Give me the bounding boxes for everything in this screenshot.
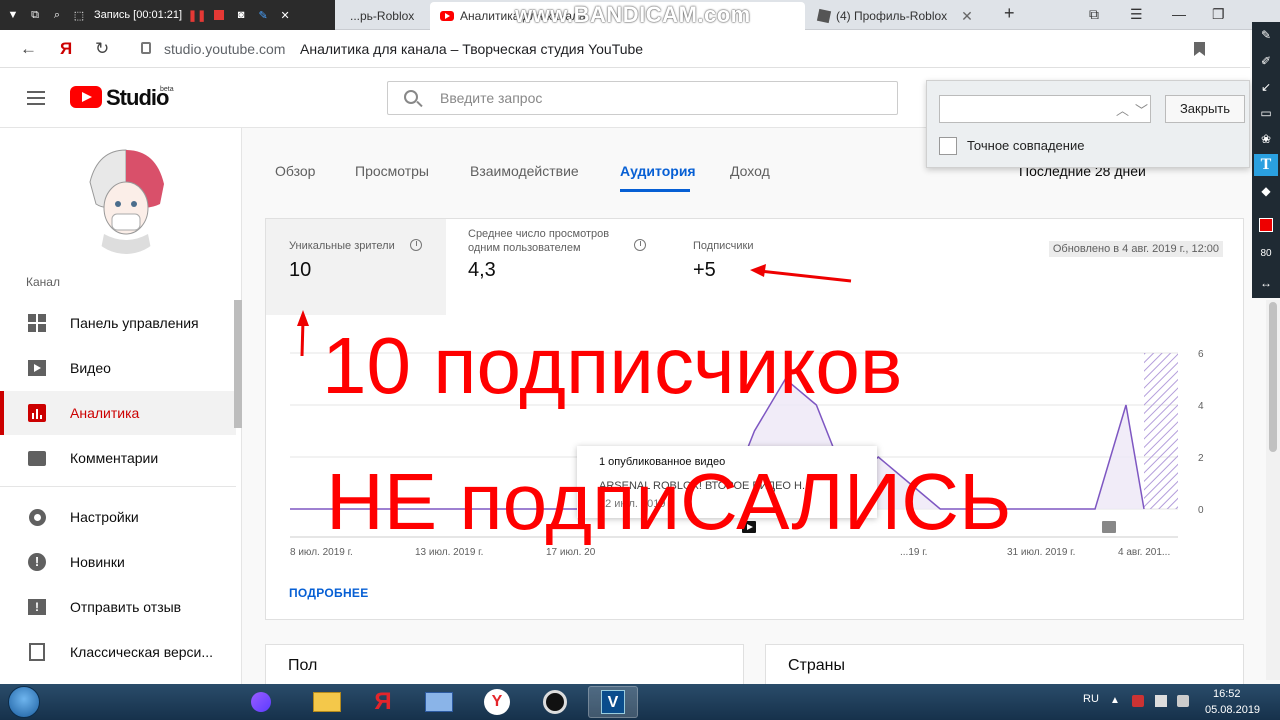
volume-icon[interactable]	[1177, 695, 1189, 707]
feedback-icon: !	[27, 597, 47, 617]
find-popup: ︿﹀ Закрыть Точное совпадение	[926, 80, 1250, 168]
drawing-toolbar: ✎ ✐ ↙ ▭ ❀ T ◆ 80 ↔	[1252, 22, 1280, 298]
vegas-app-icon[interactable]: V	[588, 686, 638, 718]
expand-icon[interactable]: ↔	[1254, 272, 1278, 294]
exact-match-label: Точное совпадение	[967, 138, 1085, 153]
sidebar: Канал Панель управления Видео Аналитика …	[0, 128, 242, 684]
text-tool-icon[interactable]: T	[1254, 154, 1278, 176]
find-prev-next-icon[interactable]: ︿﹀	[1116, 100, 1154, 119]
avatar-image	[78, 142, 174, 254]
sidebar-item-whats-new[interactable]: ! Новинки	[0, 540, 236, 584]
sidebar-item-feedback[interactable]: ! Отправить отзыв	[0, 585, 236, 629]
sidebar-item-label: Новинки	[70, 554, 125, 570]
video-icon	[27, 358, 47, 378]
taskbar-clock[interactable]: 16:52	[1213, 688, 1241, 700]
sidebar-item-comments[interactable]: Комментарии	[0, 436, 236, 480]
page-scrollbar[interactable]	[1266, 300, 1280, 680]
gear-icon	[27, 507, 47, 527]
sidebar-item-label: Настройки	[70, 509, 139, 525]
sidebar-item-label: Аналитика	[70, 405, 140, 421]
rectangle-icon[interactable]: ▭	[1254, 102, 1278, 124]
color-swatch[interactable]	[1254, 214, 1278, 236]
start-button[interactable]	[8, 686, 40, 718]
sidebar-item-label: Видео	[70, 360, 111, 376]
overlay-text-line2: НЕ подпиСАЛИСЬ	[326, 457, 1012, 546]
arrowhead	[750, 264, 766, 277]
sidebar-item-label: Классическая верси...	[70, 644, 214, 660]
alice-app-icon[interactable]	[236, 686, 286, 718]
find-close-button[interactable]: Закрыть	[1165, 95, 1245, 123]
arrowhead	[297, 310, 309, 326]
sidebar-item-analytics[interactable]: Аналитика	[0, 391, 236, 435]
sidebar-item-label: Отправить отзыв	[70, 599, 182, 615]
taskbar-date[interactable]: 05.08.2019	[1205, 704, 1260, 716]
channel-avatar[interactable]	[78, 142, 174, 254]
file-explorer-icon[interactable]	[302, 686, 352, 718]
flag-icon[interactable]	[1132, 695, 1144, 707]
sidebar-item-dashboard[interactable]: Панель управления	[0, 301, 236, 345]
sidebar-scrollbar[interactable]	[234, 300, 242, 428]
size-value[interactable]: 80	[1254, 242, 1278, 264]
find-input[interactable]: ︿﹀	[939, 95, 1151, 123]
comment-icon	[27, 448, 47, 468]
dashboard-icon	[27, 313, 47, 333]
pen-icon[interactable]: ✎	[1254, 24, 1278, 46]
network-icon[interactable]	[1155, 695, 1167, 707]
bandicam-app-icon[interactable]	[530, 686, 580, 718]
keyboard-app-icon[interactable]	[414, 686, 464, 718]
arrow-to-subscribers	[759, 269, 852, 283]
effects-icon[interactable]: ❀	[1254, 128, 1278, 150]
yandex-browser-icon[interactable]: Y	[472, 686, 522, 718]
alert-icon: !	[27, 552, 47, 572]
sidebar-item-settings[interactable]: Настройки	[0, 495, 236, 539]
overlay-text-line1: 10 подписчиков	[322, 321, 903, 410]
language-indicator[interactable]: RU	[1083, 693, 1099, 705]
sidebar-item-label: Панель управления	[70, 315, 199, 331]
channel-section-label: Канал	[26, 275, 60, 289]
arrow-icon[interactable]: ↙	[1254, 76, 1278, 98]
scrollbar-thumb[interactable]	[1269, 302, 1277, 452]
sidebar-item-label: Комментарии	[70, 450, 159, 466]
marker-icon[interactable]: ✐	[1254, 50, 1278, 72]
yandex-app-icon[interactable]: Я	[358, 686, 408, 718]
tray-arrow-icon[interactable]: ▲	[1110, 695, 1122, 707]
eraser-icon[interactable]: ◆	[1254, 180, 1278, 202]
exact-match-checkbox[interactable]	[939, 137, 957, 155]
classic-studio-icon	[27, 642, 47, 662]
sidebar-divider	[0, 486, 236, 487]
sidebar-item-videos[interactable]: Видео	[0, 346, 236, 390]
analytics-icon	[27, 403, 47, 423]
sidebar-item-classic[interactable]: Классическая верси...	[0, 630, 236, 674]
windows-taskbar: Я Y V RU ▲ 16:52 05.08.2019	[0, 684, 1280, 720]
